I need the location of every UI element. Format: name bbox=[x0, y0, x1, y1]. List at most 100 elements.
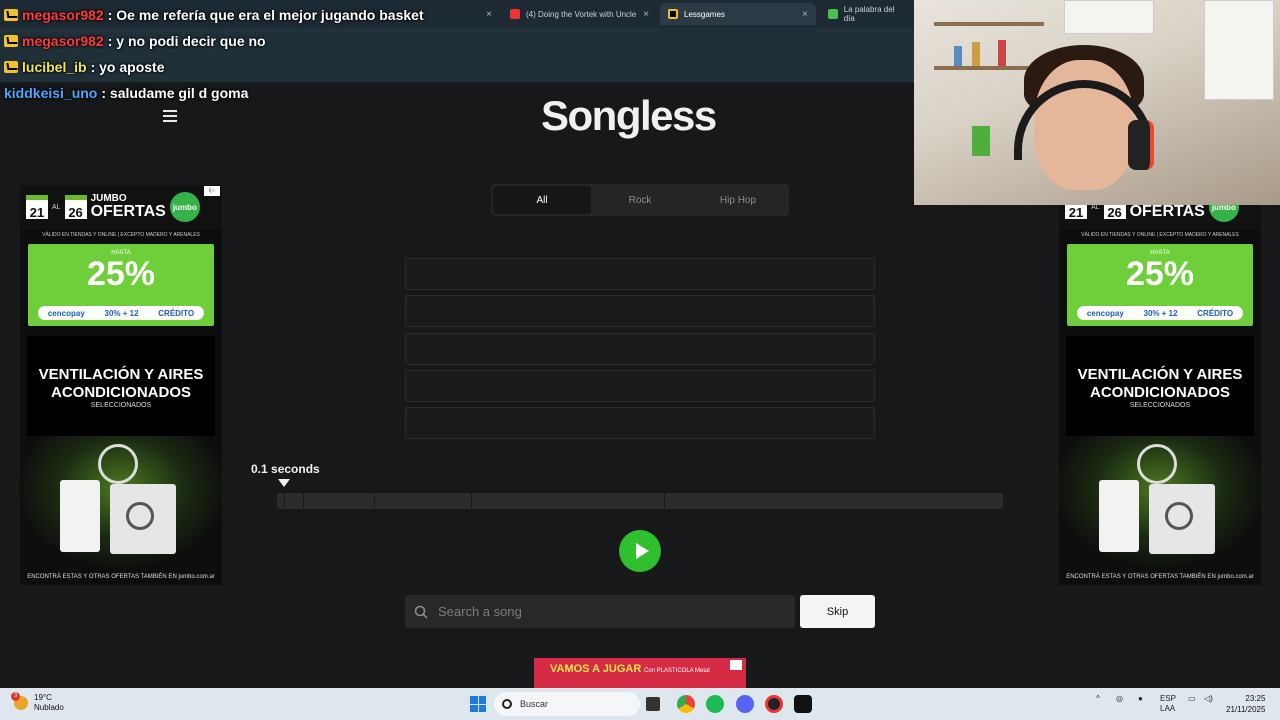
ad-valid-text: VÁLIDO EN TIENDAS Y ONLINE | EXCEPTO MAD… bbox=[42, 232, 200, 238]
chat-username: lucibel_ib bbox=[22, 59, 87, 75]
timeline-tick bbox=[471, 493, 472, 509]
timeline-tick bbox=[664, 493, 665, 509]
chat-text: : yo aposte bbox=[90, 59, 165, 75]
stream-chat-overlay: megasor982 : Oe me refería que era el me… bbox=[0, 2, 480, 106]
chat-message: kiddkeisi_uno : saludame gil d goma bbox=[0, 80, 480, 106]
play-button[interactable] bbox=[619, 530, 661, 572]
task-view-icon[interactable] bbox=[646, 697, 660, 711]
mic-icon[interactable]: ● bbox=[1138, 694, 1143, 703]
search-icon bbox=[414, 605, 428, 619]
figure-toy bbox=[972, 42, 980, 66]
fan-icon bbox=[98, 444, 138, 484]
audio-timeline bbox=[277, 493, 1003, 509]
ad-date-end: 26 bbox=[64, 195, 87, 220]
ad-payment-brand: cencopay bbox=[47, 308, 85, 318]
system-clock[interactable]: 23:25 21/11/2025 bbox=[1226, 693, 1265, 715]
volume-icon[interactable]: ◁) bbox=[1204, 694, 1213, 703]
songless-logo: Songless bbox=[541, 92, 717, 139]
ad-close-icon[interactable] bbox=[730, 660, 742, 670]
display-icon[interactable]: ▭ bbox=[1188, 694, 1196, 703]
chat-username: megasor982 bbox=[22, 33, 104, 49]
close-tab-icon[interactable]: × bbox=[802, 9, 808, 20]
banner-sub: Con PLASTICOLA Metal bbox=[644, 668, 710, 674]
ad-choices-icon[interactable]: i▷ bbox=[204, 186, 220, 196]
ad-discount: 25% bbox=[86, 255, 156, 293]
chrome-icon[interactable] bbox=[677, 695, 695, 713]
ad-payment-brand: cencopay bbox=[1086, 308, 1124, 318]
weather-desc: Nublado bbox=[34, 703, 64, 712]
tiktok-icon[interactable] bbox=[794, 695, 812, 713]
ad-payment-extra: 30% + 12 bbox=[104, 308, 139, 318]
ac-fan-icon bbox=[126, 502, 154, 530]
chat-message: megasor982 : y no podi decir que no bbox=[0, 28, 480, 54]
chat-message: lucibel_ib : yo aposte bbox=[0, 54, 480, 80]
tab-label: La palabra del día bbox=[843, 5, 895, 23]
browser-tab-4[interactable]: La palabra del día bbox=[820, 3, 914, 25]
browser-tab-active[interactable]: Lessgames × bbox=[660, 3, 816, 25]
start-button[interactable] bbox=[470, 696, 486, 712]
timeline-tick bbox=[303, 493, 304, 509]
language-indicator[interactable]: ESP LAA bbox=[1160, 694, 1176, 714]
jumbo-logo: jumbo bbox=[169, 192, 200, 222]
lang-bottom: LAA bbox=[1160, 704, 1176, 713]
ad-banner-bottom[interactable]: VAMOS A JUGAR Con PLASTICOLA Metal bbox=[534, 658, 746, 688]
ad-date-start: 21 bbox=[26, 195, 48, 220]
ac-fan-icon bbox=[1165, 502, 1193, 530]
obs-icon[interactable] bbox=[765, 695, 783, 713]
ad-sub: SELECCIONADOS bbox=[90, 402, 152, 409]
shelf bbox=[934, 22, 1044, 26]
genre-tabs: All Rock Hip Hop bbox=[491, 184, 789, 216]
timeline-tick bbox=[284, 493, 285, 509]
tab-all[interactable]: All bbox=[493, 186, 591, 214]
creeper-figure bbox=[972, 126, 990, 156]
portable-ac-icon bbox=[1099, 480, 1139, 552]
network-icon[interactable]: ◎ bbox=[1116, 694, 1123, 703]
hamburger-menu-icon[interactable] bbox=[163, 110, 177, 122]
discord-icon[interactable] bbox=[736, 695, 754, 713]
weather-widget[interactable]: 3 19°C Nublado bbox=[11, 692, 64, 713]
close-tab-icon[interactable]: × bbox=[486, 9, 492, 20]
tab-rock[interactable]: Rock bbox=[591, 186, 689, 214]
search-input[interactable] bbox=[438, 604, 768, 619]
taskbar-search-label: Buscar bbox=[520, 699, 549, 709]
search-icon bbox=[502, 699, 512, 709]
skip-button[interactable]: Skip bbox=[800, 595, 875, 628]
clock-time: 23:25 bbox=[1245, 694, 1266, 703]
windows-taskbar: 3 19°C Nublado Buscar ^ ◎ ● ESP LAA ▭ ◁)… bbox=[0, 688, 1280, 720]
lessgames-icon bbox=[668, 9, 678, 19]
wall-poster bbox=[1064, 0, 1154, 34]
figure-toy bbox=[998, 40, 1006, 66]
ad-valid-text: VÁLIDO EN TIENDAS Y ONLINE | EXCEPTO MAD… bbox=[1081, 232, 1239, 238]
ad-payment: cencopay 30% + 12 CRÉDITO bbox=[1077, 306, 1243, 320]
screen: × (4) Doing the Vortek with Uncle × Less… bbox=[0, 0, 1280, 720]
ad-sub: SELECCIONADOS bbox=[1129, 402, 1191, 409]
ad-left[interactable]: i▷ 21 AL 26 JUMBO OFERTAS jumbo VÁLIDO E… bbox=[20, 185, 222, 585]
ad-right[interactable]: 21 AL 26 JUMBO OFERTAS jumbo VÁLIDO EN T… bbox=[1059, 185, 1261, 585]
ad-discount-panel: HASTA 25% cencopay 30% + 12 CRÉDITO bbox=[28, 244, 214, 326]
ad-brand: JUMBO OFERTAS bbox=[91, 194, 166, 220]
ad-date-sep: AL bbox=[52, 203, 61, 211]
ad-payment-extra: 30% + 12 bbox=[1143, 308, 1178, 318]
palabra-icon bbox=[828, 9, 838, 19]
portable-ac-icon bbox=[60, 480, 100, 552]
ad-discount: 25% bbox=[1125, 255, 1195, 293]
guess-slot-5 bbox=[405, 407, 875, 439]
tab-label: Lessgames bbox=[684, 9, 725, 19]
ad-brand-main: OFERTAS bbox=[1129, 203, 1205, 220]
lang-top: ESP bbox=[1160, 694, 1177, 703]
spotify-icon[interactable] bbox=[706, 695, 724, 713]
ad-footer: ENCONTRÁ ESTAS Y OTRAS OFERTAS TAMBIÉN E… bbox=[27, 574, 215, 580]
ad-payment-credit: CRÉDITO bbox=[1197, 308, 1234, 318]
figure-toy bbox=[954, 46, 962, 66]
chat-message: megasor982 : Oe me refería que era el me… bbox=[0, 2, 480, 28]
chat-text: : saludame gil d goma bbox=[101, 85, 249, 101]
close-tab-icon[interactable]: × bbox=[643, 9, 649, 20]
taskbar-search[interactable]: Buscar bbox=[494, 692, 640, 716]
youtube-icon bbox=[510, 9, 520, 19]
tab-hip-hop[interactable]: Hip Hop bbox=[689, 186, 787, 214]
chevron-up-icon[interactable]: ^ bbox=[1096, 694, 1100, 703]
webcam-feed bbox=[914, 0, 1280, 205]
ad-headline-panel: VENTILACIÓN Y AIRES ACONDICIONADOS SELEC… bbox=[27, 336, 215, 436]
browser-tab-2[interactable]: (4) Doing the Vortek with Uncle × bbox=[502, 3, 657, 25]
ad-discount-panel: HASTA 25% cencopay 30% + 12 CRÉDITO bbox=[1067, 244, 1253, 326]
